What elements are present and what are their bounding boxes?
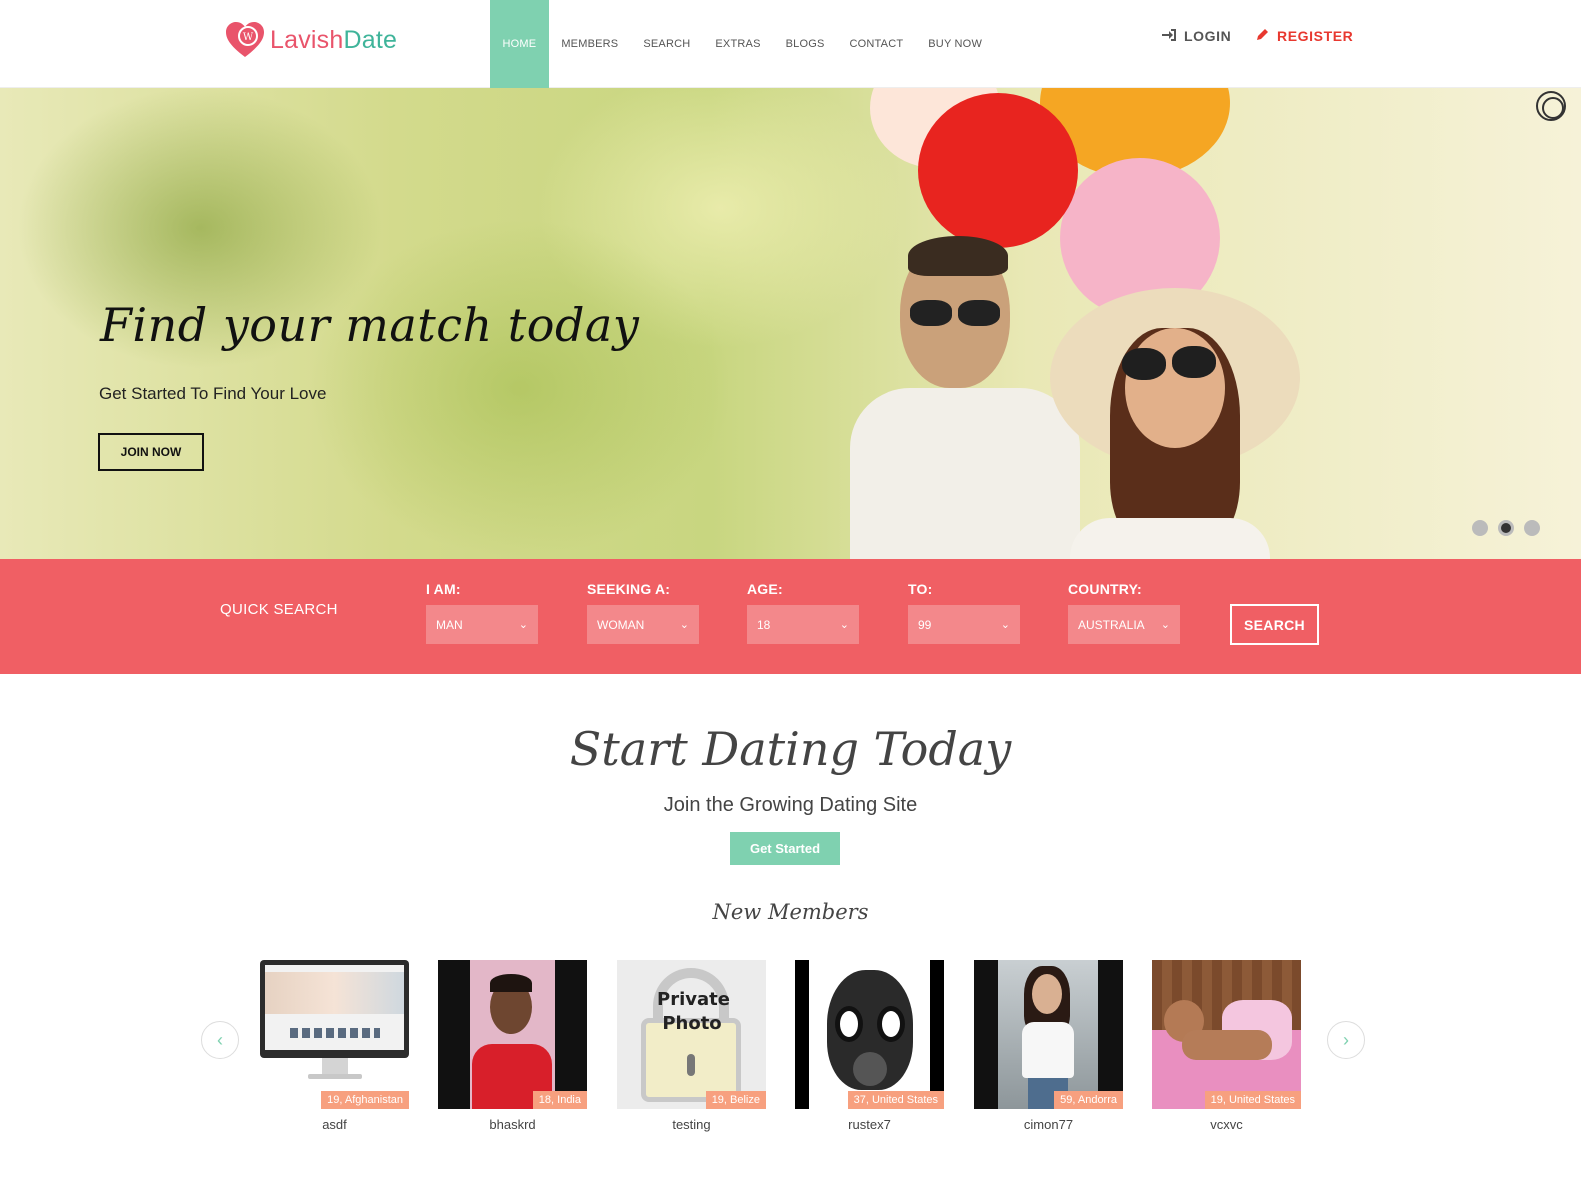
member-badge: 19, Belize [705, 1091, 766, 1109]
register-label: REGISTER [1277, 28, 1354, 44]
age-from-label: AGE: [747, 581, 783, 597]
chevron-left-icon: ‹ [217, 1029, 223, 1050]
i-am-select[interactable]: MAN ⌄ [426, 605, 538, 644]
chevron-down-icon: ⌄ [518, 619, 528, 631]
country-field: COUNTRY: AUSTRALIA ⌄ [1068, 581, 1180, 644]
carousel-next-button[interactable]: › [1327, 1021, 1365, 1059]
member-card[interactable]: Private Photo 19, Belize testing [617, 960, 766, 1132]
nav-extras[interactable]: EXTRAS [703, 0, 773, 88]
age-to-label: TO: [908, 581, 933, 597]
nav-buy-now[interactable]: BUY NOW [916, 0, 995, 88]
svg-text:W: W [243, 32, 254, 43]
member-photo[interactable]: Private Photo 19, Belize [617, 960, 766, 1109]
member-name[interactable]: bhaskrd [438, 1117, 587, 1132]
nav-members[interactable]: MEMBERS [549, 0, 631, 88]
new-members-title: New Members [712, 900, 869, 924]
member-name[interactable]: testing [617, 1117, 766, 1132]
nav-blogs[interactable]: BLOGS [773, 0, 837, 88]
pencil-icon [1256, 28, 1269, 44]
get-started-button[interactable]: Get Started [730, 832, 840, 865]
seeking-select[interactable]: WOMAN ⌄ [587, 605, 699, 644]
member-badge: 59, Andorra [1054, 1091, 1123, 1109]
hero-subtitle: Get Started To Find Your Love [99, 384, 327, 403]
chevron-down-icon: ⌄ [1160, 619, 1170, 631]
member-card[interactable]: 37, United States rustex7 [795, 960, 944, 1132]
nav-search[interactable]: SEARCH [631, 0, 703, 88]
hero-title: Find your match today [100, 298, 640, 352]
search-button[interactable]: SEARCH [1230, 604, 1319, 645]
member-card[interactable]: 19, Afghanistan asdf [260, 960, 409, 1132]
chevron-down-icon: ⌄ [679, 619, 689, 631]
age-to-select[interactable]: 99 ⌄ [908, 605, 1020, 644]
slider-dot-3[interactable] [1524, 520, 1540, 536]
age-to-field: TO: 99 ⌄ [908, 581, 1020, 644]
register-link[interactable]: REGISTER [1256, 28, 1353, 44]
member-badge: 18, India [532, 1091, 587, 1109]
site-header: W LavishDate HOME MEMBERS SEARCH EXTRAS … [0, 0, 1581, 88]
man-figure [850, 236, 1080, 559]
brand-name: LavishDate [270, 25, 398, 54]
section-subtitle: Join the Growing Dating Site [663, 794, 918, 816]
seeking-label: SEEKING A: [587, 581, 671, 597]
age-from-field: AGE: 18 ⌄ [747, 581, 859, 644]
country-select[interactable]: AUSTRALIA ⌄ [1068, 605, 1180, 644]
slider-pause-icon[interactable] [1536, 91, 1566, 121]
i-am-label: I AM: [426, 581, 461, 597]
logo[interactable]: W LavishDate [224, 20, 397, 60]
nav-home[interactable]: HOME [490, 0, 549, 88]
member-name[interactable]: cimon77 [974, 1117, 1123, 1132]
join-now-button[interactable]: JOIN NOW [98, 433, 204, 471]
member-card[interactable]: 59, Andorra cimon77 [974, 960, 1123, 1132]
login-label: LOGIN [1184, 28, 1232, 44]
chevron-right-icon: › [1343, 1029, 1349, 1050]
slider-dot-2[interactable] [1498, 520, 1514, 536]
heart-logo-icon: W [224, 20, 266, 60]
member-badge: 19, United States [1204, 1091, 1301, 1109]
private-photo-label: Private Photo [657, 989, 730, 1034]
member-photo[interactable]: 59, Andorra [974, 960, 1123, 1109]
sign-in-icon [1162, 28, 1176, 44]
member-photo[interactable]: 19, Afghanistan [260, 960, 409, 1109]
member-badge: 19, Afghanistan [321, 1091, 409, 1109]
member-photo[interactable]: 18, India [438, 960, 587, 1109]
woman-figure [1050, 288, 1310, 559]
gas-mask-icon [827, 970, 913, 1090]
member-name[interactable]: rustex7 [795, 1117, 944, 1132]
age-from-select[interactable]: 18 ⌄ [747, 605, 859, 644]
i-am-field: I AM: MAN ⌄ [426, 581, 538, 644]
country-label: COUNTRY: [1068, 581, 1142, 597]
chevron-down-icon: ⌄ [1000, 619, 1010, 631]
seeking-field: SEEKING A: WOMAN ⌄ [587, 581, 699, 644]
member-photo[interactable]: 37, United States [795, 960, 944, 1109]
member-photo[interactable]: 19, United States [1152, 960, 1301, 1109]
balloon [918, 93, 1078, 248]
member-badge: 37, United States [847, 1091, 944, 1109]
member-card[interactable]: 18, India bhaskrd [438, 960, 587, 1132]
slider-dot-1[interactable] [1472, 520, 1488, 536]
quick-search-title: QUICK SEARCH [220, 601, 338, 618]
nav-contact[interactable]: CONTACT [837, 0, 916, 88]
login-link[interactable]: LOGIN [1162, 28, 1231, 44]
chevron-down-icon: ⌄ [839, 619, 849, 631]
hero-slider: Find your match today Get Started To Fin… [0, 88, 1581, 559]
member-name[interactable]: asdf [260, 1117, 409, 1132]
main-nav: HOME MEMBERS SEARCH EXTRAS BLOGS CONTACT… [490, 0, 995, 88]
member-name[interactable]: vcxvc [1152, 1117, 1301, 1132]
section-title: Start Dating Today [569, 722, 1012, 776]
member-card[interactable]: 19, United States vcxvc [1152, 960, 1301, 1132]
quick-search-bar: QUICK SEARCH I AM: MAN ⌄ SEEKING A: WOMAN… [0, 559, 1581, 674]
carousel-prev-button[interactable]: ‹ [201, 1021, 239, 1059]
slider-pagination [1472, 520, 1540, 536]
